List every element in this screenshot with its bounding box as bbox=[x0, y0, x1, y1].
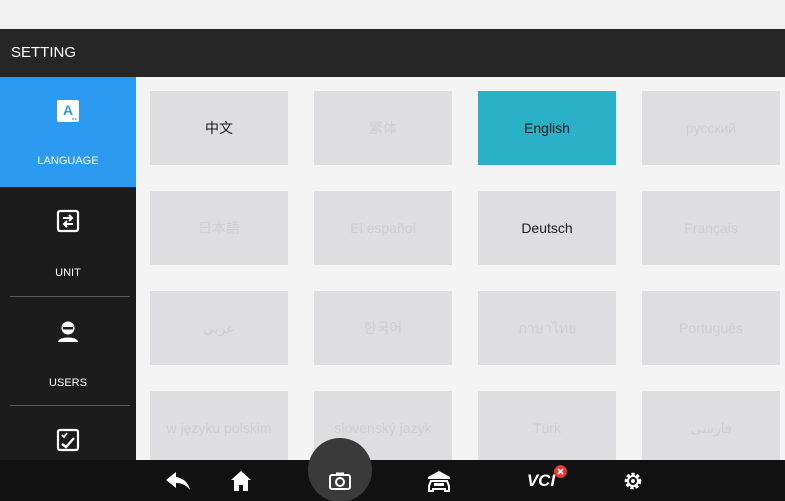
back-icon bbox=[166, 471, 190, 490]
settings-icon bbox=[624, 472, 642, 489]
sidebar-item-label: LANGUAGE bbox=[37, 155, 99, 167]
back-button[interactable] bbox=[153, 460, 203, 501]
language-option-portuguese[interactable]: Português bbox=[642, 291, 780, 365]
car-icon bbox=[428, 470, 450, 492]
status-bar bbox=[0, 0, 785, 29]
camera-button[interactable] bbox=[315, 460, 365, 501]
sidebar-item-users[interactable]: USERS bbox=[0, 297, 136, 407]
language-option-arabic[interactable]: عربي bbox=[150, 291, 288, 365]
unit-icon bbox=[56, 209, 80, 233]
sidebar-item-label: UNIT bbox=[55, 267, 81, 279]
language-option-russian[interactable]: русский bbox=[642, 91, 780, 165]
language-option-turkish[interactable]: Türk bbox=[478, 391, 616, 460]
sidebar-item-checklist[interactable] bbox=[0, 406, 136, 460]
language-option-polish[interactable]: w języku polskim bbox=[150, 391, 288, 460]
sidebar-item-language[interactable]: A LANGUAGE bbox=[0, 77, 136, 187]
language-option-chinese-simplified[interactable]: 中文 bbox=[150, 91, 288, 165]
language-option-chinese-traditional[interactable]: 繁体 bbox=[314, 91, 452, 165]
vci-button[interactable]: VCI bbox=[516, 460, 568, 501]
vehicle-button[interactable] bbox=[414, 460, 464, 501]
settings-button[interactable] bbox=[608, 460, 658, 501]
language-option-persian[interactable]: فارسی bbox=[642, 391, 780, 460]
vci-label: VCI bbox=[526, 470, 556, 490]
user-icon bbox=[58, 321, 78, 342]
home-button[interactable] bbox=[216, 460, 266, 501]
language-option-english[interactable]: English bbox=[478, 91, 616, 165]
language-grid: 中文 繁体 English русский 日本語 El español Deu… bbox=[136, 77, 785, 460]
camera-icon bbox=[329, 472, 351, 490]
language-option-korean[interactable]: 한국어 bbox=[314, 291, 452, 365]
language-icon: A bbox=[57, 100, 79, 122]
sidebar: A LANGUAGE UNIT USERS bbox=[0, 77, 136, 460]
sidebar-item-label: USERS bbox=[49, 377, 87, 389]
checklist-icon bbox=[56, 428, 80, 452]
sidebar-item-unit[interactable]: UNIT bbox=[0, 187, 136, 297]
svg-text:A: A bbox=[63, 102, 73, 118]
language-option-french[interactable]: Français bbox=[642, 191, 780, 265]
page-title: SETTING bbox=[0, 29, 785, 77]
language-option-thai[interactable]: ภาษาไทย bbox=[478, 291, 616, 365]
language-option-german[interactable]: Deutsch bbox=[478, 191, 616, 265]
vci-error-badge-icon bbox=[554, 464, 568, 478]
home-icon bbox=[231, 470, 251, 491]
vci-icon: VCI bbox=[526, 464, 568, 491]
bottom-nav-bar bbox=[0, 460, 785, 501]
language-option-japanese[interactable]: 日本語 bbox=[150, 191, 288, 265]
language-option-spanish[interactable]: El español bbox=[314, 191, 452, 265]
